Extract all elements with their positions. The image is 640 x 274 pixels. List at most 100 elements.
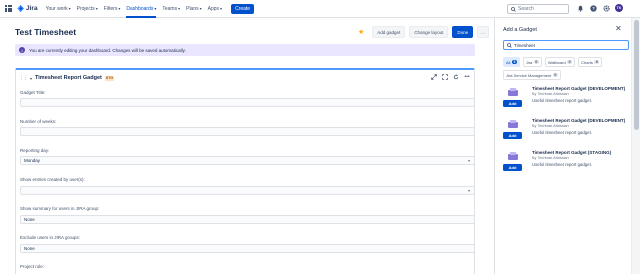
done-button[interactable]: Done (452, 26, 474, 38)
chevron-down-icon: ▾ (178, 6, 181, 11)
nav-apps-label: Apps (207, 5, 220, 12)
global-search-input[interactable]: Search (507, 4, 569, 14)
reporting-day-select[interactable]: Monday ▾ (20, 156, 475, 165)
nav-filters[interactable]: Filters ▾ (104, 0, 121, 18)
chevron-down-icon: ▾ (68, 6, 71, 11)
number-of-weeks-label: Number of weeks: (20, 119, 57, 124)
jira-logo[interactable]: Jira (17, 5, 38, 12)
gadget-thumbnail-icon (503, 118, 522, 130)
maximize-icon[interactable] (442, 74, 448, 80)
nav-teams[interactable]: Teams ▾ (162, 0, 180, 18)
app-switcher-icon[interactable] (5, 5, 12, 12)
filter-label: Jira (525, 59, 533, 65)
help-icon[interactable]: ? (589, 4, 597, 12)
chevron-down-icon: ▾ (220, 6, 223, 11)
chevron-down-icon: ▾ (154, 6, 157, 11)
nav-apps[interactable]: Apps ▾ (208, 0, 222, 18)
chevron-down-icon: ▾ (467, 158, 470, 163)
star-icon[interactable]: ★ (358, 28, 364, 36)
filter-count: 0 (594, 60, 600, 64)
reporting-day-label: Reporting day: (20, 148, 50, 153)
scrollbar-thumb[interactable] (634, 20, 639, 130)
chevron-down-icon: ▾ (95, 6, 98, 11)
drag-handle-icon[interactable]: ⋮⋮ (19, 75, 28, 81)
chevron-down-icon[interactable]: ▾ (30, 76, 32, 81)
gadget-result-name: Timesheet Report Gadget (STAGING) (532, 150, 612, 155)
gadget-result-item: Add Timesheet Report Gadget (DEVELOPMENT… (503, 118, 627, 148)
filter-all[interactable]: All 3 (503, 57, 520, 67)
number-of-weeks-input[interactable] (20, 127, 475, 136)
timesheet-gadget-card: ⋮⋮ ▾ Timesheet Report Gadget STG ••• Gad… (15, 68, 475, 274)
nav-your-work[interactable]: Your work ▾ (46, 0, 71, 18)
filter-count: 0 (552, 73, 558, 77)
gadget-title-label: Gadget Title: (20, 90, 46, 95)
add-gadget-panel: Add a Gadget ✕ Timesheet All 3 Jira 0 Wall… (494, 18, 631, 274)
nav-projects-label: Projects (76, 5, 95, 12)
page-scrollbar[interactable] (631, 18, 640, 274)
filter-jira[interactable]: Jira 0 (522, 57, 542, 67)
reporting-day-value: Monday (24, 158, 41, 163)
search-icon (507, 42, 512, 48)
jira-logo-icon (17, 5, 24, 12)
gadget-search-input[interactable]: Timesheet (503, 40, 629, 50)
create-button[interactable]: Create (231, 3, 255, 14)
gadget-result-item: Add Timesheet Report Gadget (DEVELOPMENT… (503, 86, 627, 116)
gadget-header: ⋮⋮ ▾ Timesheet Report Gadget STG (19, 75, 115, 81)
nav-projects[interactable]: Projects ▾ (77, 0, 98, 18)
add-gadget-result-button[interactable]: Add (503, 164, 522, 171)
app-name: Jira (26, 5, 38, 12)
gadget-result-description: Useful timesheet report gadget. (532, 130, 592, 135)
edit-mode-banner: i You are currently editing your dashboa… (15, 44, 475, 56)
category-filters: All 3 Jira 0 Wallboard 0 Charts 0 Jira Servi… (503, 57, 629, 80)
summary-group-value: None (24, 217, 35, 222)
minimize-icon[interactable] (431, 74, 437, 80)
settings-icon[interactable] (602, 4, 610, 12)
filter-label: All (506, 59, 511, 65)
add-gadget-result-button[interactable]: Add (503, 100, 522, 107)
page-title: Test Timesheet (15, 27, 77, 37)
gadget-title-input[interactable] (20, 98, 475, 107)
gadget-result-name: Timesheet Report Gadget (DEVELOPMENT) (532, 86, 626, 91)
exclude-groups-value: None (24, 246, 35, 251)
change-layout-button[interactable]: Change layout (409, 26, 449, 38)
exclude-groups-select[interactable]: None (20, 244, 475, 253)
gadget-result-description: Useful timesheet report gadget. (532, 162, 592, 167)
more-icon[interactable]: ••• (464, 74, 470, 80)
entries-created-by-label: Show entries created by user(s): (20, 177, 85, 182)
environment-badge: STG (104, 75, 115, 81)
filter-label: Charts (581, 59, 593, 65)
header-actions: ★ Add gadget Change layout Done ... (358, 26, 489, 38)
add-gadget-button[interactable]: Add gadget (372, 26, 406, 38)
chevron-down-icon: ▾ (118, 6, 121, 11)
filter-label: Wallboard (547, 59, 566, 65)
nav-plans[interactable]: Plans ▾ (186, 0, 202, 18)
nav-dashboards[interactable]: Dashboards ▾ (126, 0, 156, 18)
avatar[interactable]: TK (615, 4, 623, 12)
notifications-icon[interactable] (576, 4, 584, 12)
summary-group-label: Show summary for users in JIRA group: (20, 206, 100, 211)
top-navigation: Jira Your work ▾ Projects ▾ Filters ▾ Dashb… (0, 0, 640, 18)
info-icon: i (19, 47, 25, 53)
more-actions-button[interactable]: ... (477, 26, 489, 38)
gadget-result-author: By Techtask Atlassian (532, 92, 569, 96)
nav-your-work-label: Your work (45, 5, 68, 12)
close-icon[interactable]: ✕ (615, 24, 622, 33)
add-gadget-result-button[interactable]: Add (503, 132, 522, 139)
summary-group-select[interactable]: None (20, 215, 475, 224)
filter-count: 0 (533, 60, 539, 64)
exclude-groups-label: Exclude users in JIRA groups: (20, 235, 81, 240)
refresh-icon[interactable] (453, 74, 459, 80)
entries-created-by-select[interactable]: ▾ (20, 186, 475, 195)
filter-count: 3 (511, 60, 517, 64)
filter-charts[interactable]: Charts 0 (578, 57, 603, 67)
filter-wallboard[interactable]: Wallboard 0 (544, 57, 576, 67)
gadget-thumbnail-icon (503, 150, 522, 162)
search-icon (511, 6, 516, 12)
project-role-label: Project role: (20, 264, 45, 269)
gadget-result-description: Useful timesheet report gadget. (532, 98, 592, 103)
gadget-search-value: Timesheet (514, 42, 535, 48)
svg-text:?: ? (592, 6, 595, 11)
chevron-down-icon: ▾ (467, 188, 470, 193)
chevron-down-icon: ▾ (199, 6, 202, 11)
filter-jira-service-management[interactable]: Jira Service Management 0 (503, 70, 561, 80)
